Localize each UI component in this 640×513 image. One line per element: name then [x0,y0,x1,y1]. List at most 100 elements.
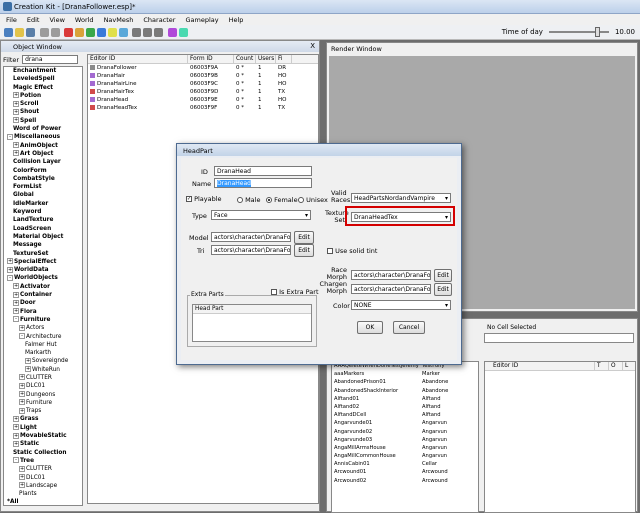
tree-item[interactable]: - WorldObjects [4,274,82,282]
time-of-day-slider[interactable] [548,27,609,37]
time-of-day-control[interactable]: Time of day 10.00 [502,27,635,37]
menu-item-view[interactable]: View [49,16,64,24]
expand-icon[interactable]: + [13,291,19,298]
chargen-morph-field[interactable]: actors\character\DranaFollower [351,284,431,294]
tree-item[interactable]: + Potion [4,92,82,100]
tree-item[interactable]: CombatStyle [4,175,82,183]
move-icon[interactable] [75,28,84,37]
tree-item[interactable]: Markarth [4,349,82,357]
collapse-icon[interactable]: - [13,316,19,323]
menu-item-navmesh[interactable]: NavMesh [104,16,134,24]
column-file[interactable]: Fi [276,55,292,63]
tree-item[interactable]: + WhiteRun [4,366,82,374]
light-icon[interactable] [108,28,117,37]
menu-item-world[interactable]: World [75,16,94,24]
tree-item[interactable]: - Furniture [4,316,82,324]
table-row[interactable]: DranaHairLine 06003F9C 0 * 1 HO [88,80,318,88]
tree-item[interactable]: + AnimObject [4,142,82,150]
model-edit-button[interactable]: Edit [294,231,314,244]
menu-item-character[interactable]: Character [143,16,175,24]
valid-races-dropdown[interactable]: HeadPartsNordandVampire [351,193,451,203]
tree-item[interactable]: LeveledSpell [4,75,82,83]
column-o[interactable]: O [609,362,623,370]
tree-item[interactable]: Plants [4,490,82,498]
expand-icon[interactable]: + [19,391,25,398]
cell-row[interactable]: Alftand01 Alftand [332,395,478,403]
ok-button[interactable]: OK [357,321,383,334]
expand-icon[interactable]: + [25,366,31,373]
tree-item[interactable]: - Architecture [4,333,82,341]
tree-item[interactable]: Falmer Hut [4,341,82,349]
cell-row[interactable]: AngaMillArmsHouse Angarvun [332,444,478,452]
cell-row[interactable]: Angarvunde02 Angarvun [332,428,478,436]
tree-item[interactable]: + CLUTTER [4,465,82,473]
id-field[interactable]: DranaHead [214,166,312,176]
open-icon[interactable] [15,28,24,37]
expand-icon[interactable]: + [19,382,25,389]
expand-icon[interactable]: + [19,465,25,472]
expand-icon[interactable]: + [7,258,13,265]
grid-icon[interactable] [132,28,141,37]
column-count[interactable]: Count [234,55,256,63]
expand-icon[interactable]: + [13,424,19,431]
table-row[interactable]: DranaHairTex 06003F9D 0 * 1 TX [88,88,318,96]
cell-row[interactable]: Angarvunde01 Angarvun [332,419,478,427]
extra-parts-list[interactable]: Head Part [192,304,312,342]
snap-icon[interactable] [143,28,152,37]
undo-icon[interactable] [40,28,49,37]
expand-icon[interactable]: + [13,415,19,422]
tree-item[interactable]: *All [4,498,82,505]
tree-item[interactable]: + Flora [4,308,82,316]
type-dropdown[interactable]: Face [211,210,311,220]
column-form-id[interactable]: Form ID [188,55,234,63]
table-row[interactable]: DranaHead 06003F9E 0 * 1 HO [88,96,318,104]
rotate-icon[interactable] [97,28,106,37]
name-field[interactable]: DranaHead [214,178,312,188]
tree-item[interactable]: + Spell [4,117,82,125]
cell-list[interactable]: AAAQeleteWhenDoneTestJeremy TestFony aaaMa… [331,361,479,513]
redo-icon[interactable] [51,28,60,37]
cancel-button[interactable]: Cancel [393,321,425,334]
column-editor-id[interactable]: Editor ID [88,55,188,63]
cell-row[interactable]: AbandonedPrison01 Abandone [332,378,478,386]
cell-row[interactable]: Angarvunde03 Angarvun [332,436,478,444]
cell-row[interactable]: Arcwound01 Arcwound [332,468,478,476]
expand-icon[interactable]: + [13,117,19,124]
tri-field[interactable]: actors\character\DranaFollower [211,245,291,255]
tree-item[interactable]: Collision Layer [4,158,82,166]
tri-edit-button[interactable]: Edit [294,244,314,257]
race-morph-field[interactable]: actors\character\DranaFollower [351,270,431,280]
tree-item[interactable]: + Art Object [4,150,82,158]
tree-item[interactable]: + Scroll [4,100,82,108]
male-radio[interactable]: Male [237,196,260,204]
save-icon[interactable] [26,28,35,37]
tree-item[interactable]: + Grass [4,415,82,423]
column-head-part[interactable]: Head Part [193,305,223,313]
cell-row[interactable]: AlftandDCell Alftand [332,411,478,419]
tree-item[interactable]: + CLUTTER [4,374,82,382]
tree-item[interactable]: + Shout [4,108,82,116]
tree-item[interactable]: - Tree [4,457,82,465]
tree-item[interactable]: Message [4,241,82,249]
tree-item[interactable]: TextureSet [4,250,82,258]
column-editor-id[interactable]: Editor ID [485,362,595,370]
collapse-icon[interactable]: - [7,133,13,140]
collapse-icon[interactable]: - [19,333,25,339]
column-l[interactable]: L [623,362,635,370]
tree-item[interactable]: + WorldData [4,266,82,274]
race-morph-edit-button[interactable]: Edit [434,269,452,282]
expand-icon[interactable]: + [19,407,25,414]
cell-selector[interactable] [484,333,634,343]
cell-row[interactable]: AbandonedShackInterior Abandone [332,387,478,395]
playable-checkbox[interactable]: ✓ Playable [186,195,222,203]
cell-object-list[interactable]: Editor ID T O L [484,361,636,513]
tree-item[interactable]: + Static [4,440,82,448]
expand-icon[interactable]: + [25,357,31,364]
expand-icon[interactable]: + [7,266,13,273]
expand-icon[interactable]: + [13,142,19,149]
expand-icon[interactable]: + [13,150,19,157]
expand-icon[interactable]: + [19,399,25,406]
tree-item[interactable]: Material Object [4,233,82,241]
filter-input[interactable]: drana [22,55,79,64]
tree-item[interactable]: Keyword [4,208,82,216]
